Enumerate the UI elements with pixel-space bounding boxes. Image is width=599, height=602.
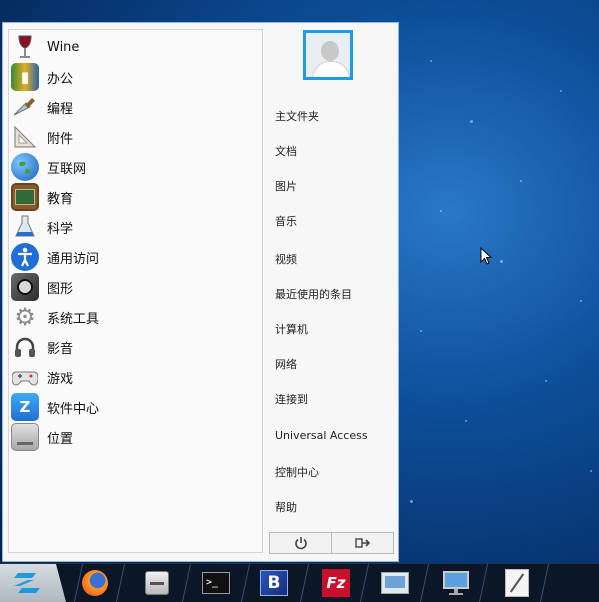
avatar-head-shape xyxy=(321,41,339,61)
user-avatar[interactable] xyxy=(303,30,353,80)
place-universal-access[interactable]: Universal Access xyxy=(275,426,368,446)
bluefish-b-icon: B xyxy=(260,570,288,596)
place-connect-to[interactable]: 连接到 xyxy=(275,390,308,410)
taskbar-separator xyxy=(539,564,550,602)
taskbar-remote-desktop[interactable] xyxy=(441,568,471,598)
category-graphics[interactable]: 图形 xyxy=(9,272,262,302)
logout-button[interactable] xyxy=(331,533,393,553)
shutdown-button[interactable] xyxy=(270,533,331,553)
category-universal-access[interactable]: 通用访问 xyxy=(9,242,262,272)
category-list: Wine ▮ 办公 编程 附件 互联网 教育 科学 通用访问 图形 ⚙ 系统工具… xyxy=(8,29,263,553)
category-label: 附件 xyxy=(47,131,74,147)
taskbar-screenshot[interactable] xyxy=(380,568,410,598)
category-label: 通用访问 xyxy=(47,251,100,267)
category-label: Wine xyxy=(47,39,80,55)
filezilla-fz-icon: Fz xyxy=(322,569,350,597)
place-documents[interactable]: 文档 xyxy=(275,142,297,162)
taskbar-separator xyxy=(419,564,430,602)
category-label: 系统工具 xyxy=(47,311,100,327)
category-accessories[interactable]: 附件 xyxy=(9,122,262,152)
category-programming[interactable]: 编程 xyxy=(9,92,262,122)
start-button[interactable] xyxy=(0,564,66,602)
system-tools-gear-icon: ⚙ xyxy=(14,303,36,331)
place-computer[interactable]: 计算机 xyxy=(275,320,308,340)
taskbar-separator xyxy=(115,564,126,602)
category-multimedia[interactable]: 影音 xyxy=(9,332,262,362)
category-system-tools[interactable]: ⚙ 系统工具 xyxy=(9,302,262,332)
taskbar-filezilla[interactable]: Fz xyxy=(321,568,351,598)
place-recent-items[interactable]: 最近使用的条目 xyxy=(275,285,352,305)
place-network[interactable]: 网络 xyxy=(275,355,297,375)
taskbar-separator xyxy=(299,564,310,602)
category-label: 教育 xyxy=(47,191,74,207)
taskbar-firefox[interactable] xyxy=(80,568,110,598)
programming-trowel-icon xyxy=(11,93,39,121)
place-home-folder[interactable]: 主文件夹 xyxy=(275,107,319,127)
accessories-ruler-icon xyxy=(11,123,39,151)
pen-paper-icon xyxy=(505,569,529,597)
places-panel: 主文件夹 文档 图片 音乐 视频 最近使用的条目 计算机 网络 连接到 Univ… xyxy=(267,23,397,561)
monitor-icon xyxy=(443,571,469,595)
taskbar-terminal[interactable]: >_ xyxy=(201,568,231,598)
multimedia-headphones-icon xyxy=(11,333,39,361)
education-chalkboard-icon xyxy=(11,183,39,211)
taskbar-separator xyxy=(181,564,192,602)
taskbar-separator xyxy=(359,564,370,602)
category-label: 科学 xyxy=(47,221,74,237)
category-internet[interactable]: 互联网 xyxy=(9,152,262,182)
office-books-icon: ▮ xyxy=(11,63,39,91)
taskbar-file-manager[interactable] xyxy=(142,568,172,598)
zorin-logo-icon xyxy=(14,573,40,593)
taskbar-separator xyxy=(240,564,251,602)
category-office[interactable]: ▮ 办公 xyxy=(9,62,262,92)
taskbar: >_ B Fz xyxy=(0,563,599,602)
taskbar-separator xyxy=(478,564,489,602)
science-flask-icon xyxy=(11,213,39,241)
logout-icon xyxy=(354,538,370,548)
universal-access-icon xyxy=(11,243,39,271)
place-control-center[interactable]: 控制中心 xyxy=(275,463,319,483)
category-software-center[interactable]: Z 软件中心 xyxy=(9,392,262,422)
category-places[interactable]: 位置 xyxy=(9,422,262,452)
wine-glass-icon xyxy=(11,33,39,61)
file-cabinet-icon xyxy=(145,571,169,595)
taskbar-text-editor[interactable] xyxy=(502,568,532,598)
category-wine[interactable]: Wine xyxy=(9,32,262,62)
category-label: 软件中心 xyxy=(47,401,100,417)
place-help[interactable]: 帮助 xyxy=(275,498,297,518)
place-music[interactable]: 音乐 xyxy=(275,212,297,232)
avatar-body-shape xyxy=(312,61,350,77)
category-label: 图形 xyxy=(47,281,74,297)
mouse-cursor-icon xyxy=(480,247,492,265)
category-label: 影音 xyxy=(47,341,74,357)
software-center-icon: Z xyxy=(11,393,39,421)
internet-globe-icon xyxy=(11,153,39,181)
category-label: 互联网 xyxy=(47,161,87,177)
firefox-icon xyxy=(82,570,108,596)
screenshot-camera-icon xyxy=(381,572,409,594)
places-drive-icon xyxy=(11,423,39,451)
place-videos[interactable]: 视频 xyxy=(275,250,297,270)
category-games[interactable]: 游戏 xyxy=(9,362,262,392)
session-buttons xyxy=(269,532,394,554)
power-icon xyxy=(294,537,307,550)
category-label: 编程 xyxy=(47,101,74,117)
graphics-icon xyxy=(11,273,39,301)
category-label: 位置 xyxy=(47,431,74,447)
category-science[interactable]: 科学 xyxy=(9,212,262,242)
taskbar-bluefish[interactable]: B xyxy=(259,568,289,598)
place-pictures[interactable]: 图片 xyxy=(275,177,297,197)
terminal-icon: >_ xyxy=(202,572,230,594)
category-label: 游戏 xyxy=(47,371,74,387)
games-gamepad-icon xyxy=(11,363,39,391)
start-menu: Wine ▮ 办公 编程 附件 互联网 教育 科学 通用访问 图形 ⚙ 系统工具… xyxy=(2,22,399,562)
category-label: 办公 xyxy=(47,71,74,87)
category-education[interactable]: 教育 xyxy=(9,182,262,212)
